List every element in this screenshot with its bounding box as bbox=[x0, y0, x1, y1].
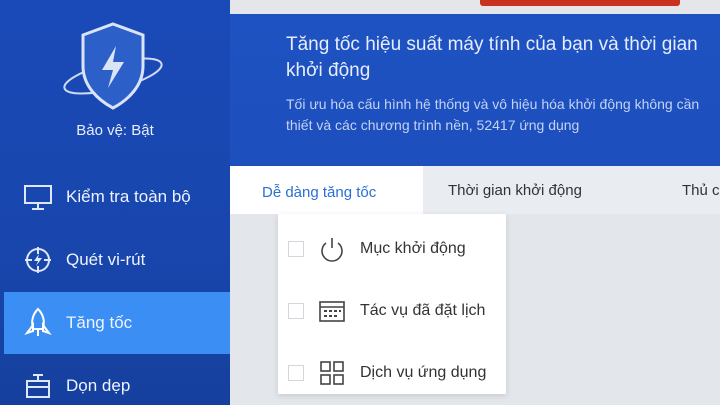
option-app-services[interactable]: Dịch vụ ứng dụng bbox=[278, 342, 506, 404]
tab-bar: Dễ dàng tăng tốc Thời gian khởi động Thủ… bbox=[230, 166, 720, 218]
cleanup-icon bbox=[22, 370, 54, 402]
sidebar-item-label: Dọn dẹp bbox=[66, 376, 131, 395]
calendar-icon bbox=[318, 297, 346, 325]
option-label: Mục khởi động bbox=[360, 240, 466, 257]
protection-status: Bảo vệ: Bật bbox=[76, 122, 154, 139]
apps-grid-icon bbox=[318, 359, 346, 387]
tab-startup-time[interactable]: Thời gian khởi động bbox=[448, 166, 582, 214]
sidebar-item-speedup[interactable]: Tăng tốc bbox=[4, 292, 230, 354]
sidebar-item-virus-scan[interactable]: Quét vi-rút bbox=[0, 229, 230, 291]
option-label: Tác vụ đã đặt lịch bbox=[360, 302, 486, 319]
main-panel: Tăng tốc hiệu suất máy tính của bạn và t… bbox=[230, 0, 720, 405]
sidebar-item-label: Quét vi-rút bbox=[66, 250, 146, 269]
option-startup-items[interactable]: Mục khởi động bbox=[278, 218, 506, 280]
top-action-button[interactable] bbox=[480, 0, 680, 6]
option-label: Dịch vụ ứng dụng bbox=[360, 364, 487, 381]
banner: Tăng tốc hiệu suất máy tính của bạn và t… bbox=[230, 14, 720, 166]
checkbox[interactable] bbox=[288, 365, 304, 381]
sidebar-item-cleanup[interactable]: Dọn dẹp bbox=[0, 355, 230, 405]
sidebar-item-label: Tăng tốc bbox=[66, 313, 133, 332]
power-icon bbox=[318, 235, 346, 263]
sidebar-item-full-scan[interactable]: Kiểm tra toàn bộ bbox=[0, 166, 230, 228]
sidebar-item-label: Kiểm tra toàn bộ bbox=[66, 187, 191, 206]
banner-description: Tối ưu hóa cấu hình hệ thống và vô hiệu … bbox=[286, 96, 700, 133]
rocket-icon bbox=[22, 307, 54, 339]
top-strip bbox=[230, 0, 720, 14]
banner-title: Tăng tốc hiệu suất máy tính của bạn và t… bbox=[286, 34, 698, 81]
shield-lightning-icon bbox=[58, 18, 168, 118]
checkbox[interactable] bbox=[288, 241, 304, 257]
speedup-options-list: Mục khởi động Tác vụ đã đặt lịch Dịch vụ… bbox=[278, 214, 506, 394]
checkbox[interactable] bbox=[288, 303, 304, 319]
option-scheduled-tasks[interactable]: Tác vụ đã đặt lịch bbox=[278, 280, 506, 342]
scan-target-icon bbox=[22, 244, 54, 276]
tab-easy-speedup[interactable]: Dễ dàng tăng tốc bbox=[230, 166, 423, 218]
tab-manual[interactable]: Thủ c bbox=[682, 166, 720, 214]
monitor-icon bbox=[22, 181, 54, 213]
sidebar: Bảo vệ: Bật Kiểm tra toàn bộ Quét vi-rút… bbox=[0, 0, 230, 405]
